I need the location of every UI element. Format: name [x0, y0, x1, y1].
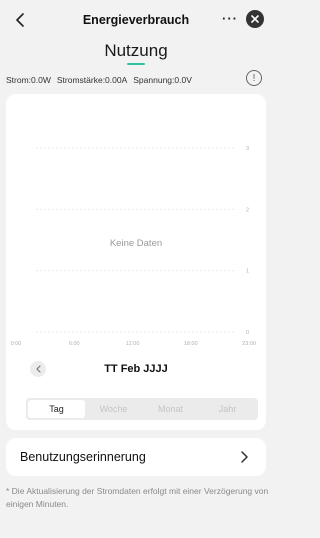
- usage-chart: 0 1 2 3 0:00 6:00 12:00 18:00 23:00: [11, 146, 256, 347]
- current-readout: Stromstärke:0.00A: [56, 75, 128, 85]
- empty-chart-message: Keine Daten: [109, 238, 163, 249]
- period-tab-month[interactable]: Monat: [142, 400, 199, 418]
- more-button[interactable]: ···: [222, 12, 238, 26]
- period-tab-year[interactable]: Jahr: [199, 400, 256, 418]
- chevron-right-icon: [241, 451, 248, 463]
- section-title-underline: [127, 63, 145, 65]
- y-tick-label: 1: [246, 269, 249, 275]
- close-icon: [251, 15, 259, 23]
- y-tick-label: 0: [246, 330, 249, 336]
- usage-reminder-row[interactable]: Benutzungserinnerung: [6, 438, 266, 476]
- date-label: TT Feb JJJJ: [104, 363, 168, 375]
- usage-reminder-label: Benutzungserinnerung: [20, 450, 146, 464]
- close-button[interactable]: [246, 10, 264, 28]
- date-navigator: TT Feb JJJJ: [6, 357, 266, 381]
- y-tick-label: 2: [246, 207, 249, 213]
- x-tick-label: 12:00: [126, 341, 140, 347]
- period-tab-week[interactable]: Woche: [85, 400, 142, 418]
- voltage-readout: Spannung:0.0V: [133, 75, 192, 85]
- x-tick-label: 23:00: [242, 341, 256, 347]
- period-selector: Tag Woche Monat Jahr: [26, 398, 258, 420]
- info-icon: !: [252, 72, 256, 84]
- section-title: Nutzung: [104, 41, 168, 60]
- info-button[interactable]: !: [246, 70, 262, 86]
- x-tick-label: 6:00: [69, 341, 80, 347]
- usage-card: 0 1 2 3 0:00 6:00 12:00 18:00 23:00 Keine Daten …: [6, 94, 266, 430]
- x-tick-label: 0:00: [11, 341, 22, 347]
- period-tab-day[interactable]: Tag: [28, 400, 85, 418]
- live-metrics: Strom:0.0W Stromstärke:0.00A Spannung:0.0V: [6, 75, 198, 85]
- x-tick-label: 18:00: [184, 341, 198, 347]
- delay-note: * Die Aktualisierung der Stromdaten erfo…: [6, 486, 269, 509]
- y-tick-label: 3: [246, 146, 249, 152]
- top-bar: Energieverbrauch ···: [0, 0, 272, 38]
- power-readout: Strom:0.0W: [6, 75, 51, 85]
